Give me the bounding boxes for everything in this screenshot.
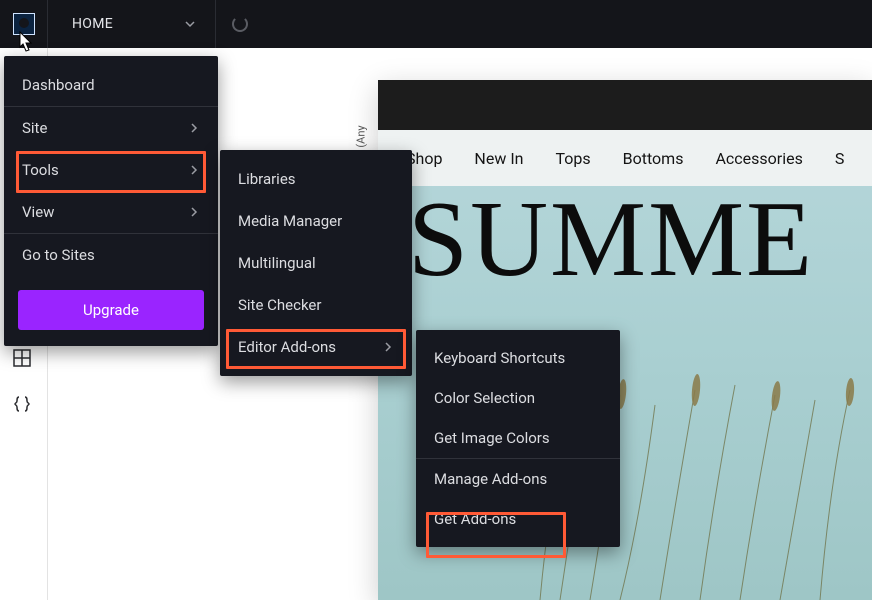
- chevron-right-icon: [384, 342, 394, 352]
- menu-item-color-selection[interactable]: Color Selection: [416, 378, 620, 418]
- chevron-right-icon: [190, 123, 200, 133]
- chevron-down-icon: [185, 19, 195, 29]
- menu-item-dashboard[interactable]: Dashboard: [4, 64, 218, 106]
- menu-label: Color Selection: [434, 389, 535, 407]
- menu-item-media-manager[interactable]: Media Manager: [220, 200, 412, 242]
- upgrade-label: Upgrade: [83, 301, 139, 319]
- chevron-right-icon: [190, 165, 200, 175]
- menu-label: Media Manager: [238, 212, 342, 230]
- menu-item-site-checker[interactable]: Site Checker: [220, 284, 412, 326]
- menu-item-editor-addons[interactable]: Editor Add-ons: [220, 326, 412, 368]
- loading-indicator: [216, 0, 264, 48]
- menu-label: Get Add-ons: [434, 510, 516, 528]
- upgrade-button[interactable]: Upgrade: [18, 290, 204, 330]
- menu-item-manage-addons[interactable]: Manage Add-ons: [416, 459, 620, 499]
- app-logo-icon: [13, 13, 35, 35]
- menu-item-get-addons[interactable]: Get Add-ons: [416, 499, 620, 539]
- menu-label: Tools: [22, 161, 59, 179]
- menu-item-view[interactable]: View: [4, 191, 218, 233]
- nav-link-tops[interactable]: Tops: [556, 149, 591, 168]
- grid-icon[interactable]: [12, 348, 36, 372]
- side-label: (Any: [355, 125, 368, 147]
- editor-addons-submenu: Keyboard Shortcuts Color Selection Get I…: [416, 330, 620, 547]
- spinner-icon: [232, 16, 248, 32]
- nav-link-accessories[interactable]: Accessories: [715, 149, 802, 168]
- menu-label: Manage Add-ons: [434, 470, 547, 488]
- menu-label: Keyboard Shortcuts: [434, 349, 565, 367]
- page-selector-label: HOME: [72, 16, 113, 32]
- menu-item-keyboard-shortcuts[interactable]: Keyboard Shortcuts: [416, 338, 620, 378]
- menu-label: Go to Sites: [22, 246, 95, 264]
- menu-label: Multilingual: [238, 254, 316, 272]
- page-selector-home[interactable]: HOME: [48, 0, 216, 48]
- menu-label: Site Checker: [238, 296, 321, 314]
- menu-item-site[interactable]: Site: [4, 107, 218, 149]
- nav-link-new-in[interactable]: New In: [474, 149, 523, 168]
- menu-item-libraries[interactable]: Libraries: [220, 158, 412, 200]
- preview-header-bar: [378, 80, 872, 130]
- menu-label: Get Image Colors: [434, 429, 550, 447]
- menu-label: Libraries: [238, 170, 296, 188]
- top-bar: HOME: [0, 0, 872, 48]
- menu-item-go-to-sites[interactable]: Go to Sites: [4, 234, 218, 276]
- nav-link-bottoms[interactable]: Bottoms: [623, 149, 684, 168]
- menu-item-multilingual[interactable]: Multilingual: [220, 242, 412, 284]
- menu-label: View: [22, 203, 54, 221]
- menu-label: Site: [22, 119, 47, 137]
- nav-link-more[interactable]: S: [835, 149, 845, 168]
- menu-label: Dashboard: [22, 76, 95, 94]
- chevron-right-icon: [190, 207, 200, 217]
- menu-label: Editor Add-ons: [238, 338, 336, 356]
- main-menu: Dashboard Site Tools View Go to Sites Up…: [4, 56, 218, 346]
- tools-submenu: Libraries Media Manager Multilingual Sit…: [220, 150, 412, 376]
- hero-headline: SUMME: [408, 178, 872, 302]
- menu-item-get-image-colors[interactable]: Get Image Colors: [416, 418, 620, 458]
- menu-item-tools[interactable]: Tools: [4, 149, 218, 191]
- code-braces-icon[interactable]: [12, 394, 36, 418]
- app-logo-button[interactable]: [0, 0, 48, 48]
